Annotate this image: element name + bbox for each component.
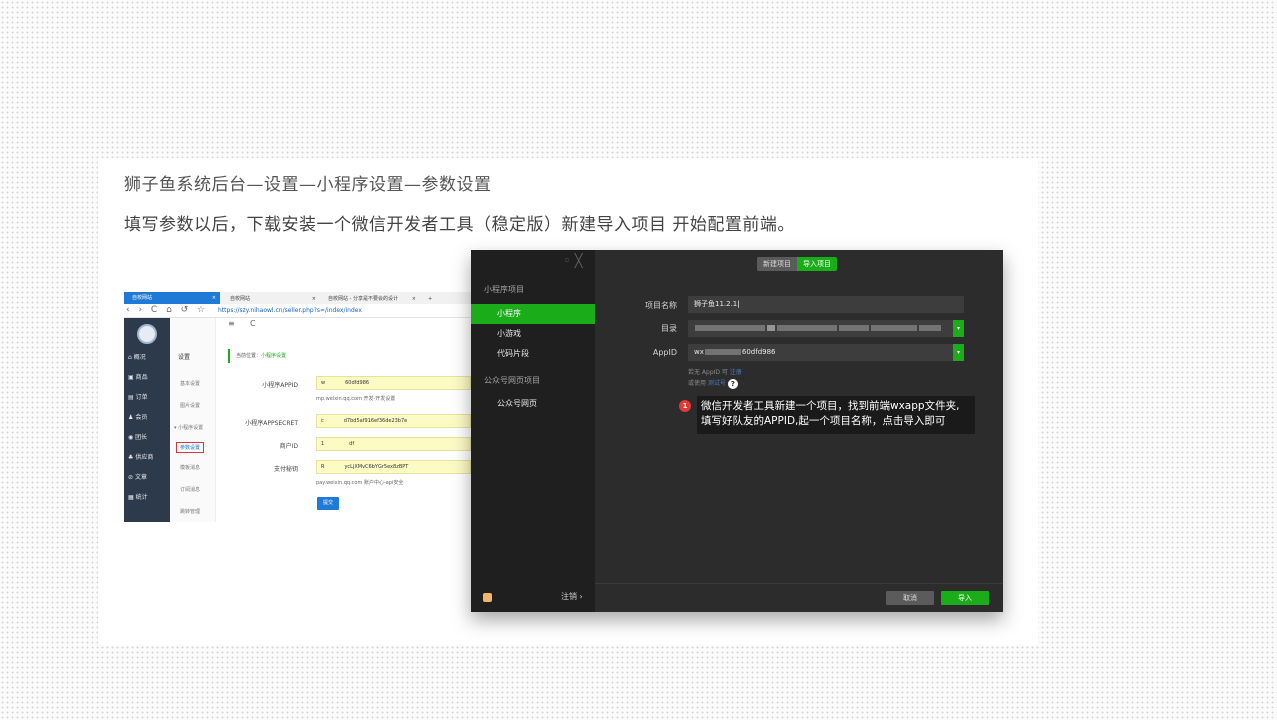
admin-topbar: ≡ C [216,318,480,332]
project-mode-toggle: 新建项目 导入项目 [757,257,837,271]
browser-tab[interactable]: 自校网站 × [124,292,220,304]
appsecret-label: 小程序APPSECRET [245,420,298,427]
sidebar-item-orders[interactable]: ▤ 订单 [128,392,148,401]
home-icon: ⌂ [128,354,132,361]
pay-key-label: 支付秘钥 [273,466,298,473]
annotation-text: 微信开发者工具新建一个项目，找到前端wxapp文件夹, 填写好队友的APPID,… [697,396,975,434]
dialog-footer: 取消 导入 [595,583,1003,612]
close-icon[interactable]: × [312,294,316,304]
test-account-hint: 或使用 测试号? [688,378,738,389]
refresh-icon[interactable]: C [250,319,256,328]
leader-icon: ◉ [128,434,134,441]
merchant-id-label: 商户ID [279,443,298,450]
directory-label: 目录 [661,324,677,333]
submenu-item-params-active[interactable]: 参数设置 [176,442,205,453]
sidebar-item-articles[interactable]: ⊘ 文章 [128,472,147,481]
appid-label: AppID [652,348,677,357]
browser-tab[interactable]: 自校网站 - 分享是不要会的设计 × [320,294,420,304]
tab-new-project[interactable]: 新建项目 [757,257,797,271]
appsecret-input[interactable]: c d7bd5af916ef36de23b7e [316,414,471,428]
sidebar-item-leaders[interactable]: ◉ 团长 [128,432,147,441]
browser-tab[interactable]: 自校网站 × [222,294,320,304]
annotation-callout: 1 微信开发者工具新建一个项目，找到前端wxapp文件夹, 填写好队友的APPI… [679,394,975,434]
goods-icon: ▣ [128,374,134,381]
order-icon: ▤ [128,394,134,401]
sidebar-item-code-snippet[interactable]: 代码片段 [471,344,595,364]
sidebar-item-minigame[interactable]: 小游戏 [471,324,595,344]
address-bar[interactable]: https://szy.nihaowl.cn/seller.php?s=/ind… [218,307,362,314]
pay-key-help: pay.weixin.qq.com 账户中心-api安全 [316,480,404,486]
pay-key-input[interactable]: R ycLjXMvC6bYGr5ex8zBPT [316,460,471,474]
menu-icon[interactable]: ≡ [228,319,235,328]
sidebar-item-goods[interactable]: ▣ 商品 [128,372,148,381]
directory-input[interactable]: ▾ [688,320,964,337]
chevron-down-icon[interactable]: ▾ [953,320,964,337]
sidebar-item-official-web[interactable]: 公众号网页 [471,394,595,414]
close-icon[interactable]: × [212,292,216,304]
user-avatar-icon [483,593,492,602]
member-icon: ♟ [128,414,134,421]
appid-input[interactable]: wx 60dfd986 ▾ [688,344,964,361]
submenu-title: 设置 [178,354,191,361]
submenu-item[interactable]: 模板消息 [180,464,200,471]
slide-heading: 狮子鱼系统后台—设置—小程序设置—参数设置 [124,175,492,195]
sidebar-item-members[interactable]: ♟ 会员 [128,412,147,421]
submenu-item[interactable]: 基本设置 [180,380,200,387]
logout-link[interactable]: 注销 › [561,591,583,602]
submenu-item[interactable]: 订阅消息 [180,486,200,493]
appid-input[interactable]: w 60dfd986 [316,376,471,390]
import-button[interactable]: 导入 [941,591,989,605]
sidebar-item-miniprogram[interactable]: 小程序 [471,304,595,324]
browser-nav-bar: ‹ › C ⌂ ↺ ☆ https://szy.nihaowl.cn/selle… [124,304,480,318]
help-icon[interactable]: ? [727,378,738,389]
sidebar-item-stats[interactable]: ▦ 统计 [128,492,148,501]
supplier-icon: ♣ [128,454,134,461]
appid-help: mp.weixin.qq.com 开发-开发设置 [316,396,396,402]
chevron-down-icon[interactable]: ▾ [953,344,964,361]
article-icon: ⊘ [128,474,134,481]
submenu-group[interactable]: ▾ 小程序设置 [174,424,203,431]
sidebar-item-suppliers[interactable]: ♣ 供应商 [128,452,153,461]
project-name-input[interactable]: 狮子鱼11.2.1| [688,296,964,313]
devtools-dialog: ◦ ╳ 小程序项目 小程序 小游戏 代码片段 公众号网页项目 公众号网页 注销 … [471,250,1003,612]
category-official-web: 公众号网页项目 [484,376,540,385]
project-type-sidebar: ◦ ╳ 小程序项目 小程序 小游戏 代码片段 公众号网页项目 公众号网页 注销 … [471,250,595,612]
category-miniprogram: 小程序项目 [484,285,524,294]
browser-tab-bar: 自校网站 × 自校网站 × 自校网站 - 分享是不要会的设计 × + [124,292,480,304]
admin-browser-screenshot: 自校网站 × 自校网站 × 自校网站 - 分享是不要会的设计 × + ‹ › C ⌂ … [124,292,480,522]
window-controls-icon[interactable]: ◦ ╳ [563,254,583,269]
appid-label: 小程序APPID [262,382,298,389]
admin-sidebar: ⌂ 概况 ▣ 商品 ▤ 订单 ♟ 会员 ◉ 团长 ♣ 供应商 ⊘ 文章 ▦ 统计 [124,318,170,522]
cancel-button[interactable]: 取消 [886,591,934,605]
tab-import-project[interactable]: 导入项目 [797,257,837,271]
nav-buttons-icon[interactable]: ‹ › C ⌂ ↺ ☆ [126,305,208,315]
slide-subheading: 填写参数以后，下载安装一个微信开发者工具（稳定版）新建导入项目 开始配置前端。 [124,215,795,235]
avatar [137,324,157,344]
register-hint: 若无 AppID 可 注册 [688,369,742,376]
breadcrumb: 当前位置：小程序设置 [228,349,286,363]
close-icon[interactable]: × [412,294,416,304]
submenu-item[interactable]: 图片设置 [180,402,200,409]
merchant-id-input[interactable]: 1 df [316,437,471,451]
sidebar-item-overview[interactable]: ⌂ 概况 [128,352,146,361]
submenu-item[interactable]: 跳转管理 [180,508,200,515]
register-link[interactable]: 注册 [730,369,742,376]
project-name-label: 项目名称 [645,301,677,310]
submit-button[interactable]: 提交 [317,497,339,510]
step-badge: 1 [679,400,691,412]
settings-submenu: 设置 基本设置 图片设置 ▾ 小程序设置 参数设置 模板消息 订阅消息 跳转管理 [170,318,216,522]
stats-icon: ▦ [128,494,134,501]
test-account-link[interactable]: 测试号 [708,380,726,387]
new-tab-button[interactable]: + [420,294,440,304]
